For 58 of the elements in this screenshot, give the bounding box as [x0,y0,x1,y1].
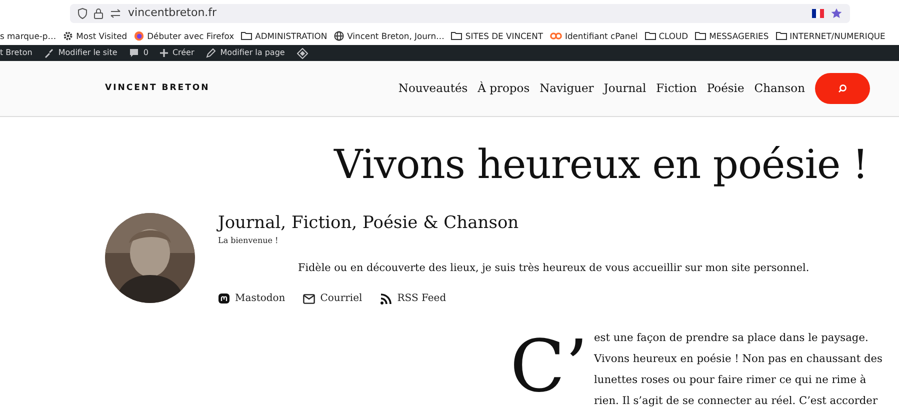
url-text: vincentbreton.fr [128,5,217,22]
social-link[interactable]: RSS Feed [380,291,446,306]
nav-link[interactable]: Poésie [706,80,744,98]
rss-icon [380,292,392,304]
bookmark[interactable]: ADMINISTRATION [241,30,328,42]
admin-bar-link[interactable]: Modifier la page [206,47,285,59]
lock-icon [94,8,103,19]
intro-text: Fidèle ou en découverte des lieux, je suis très heureux de vous accueillir sur mon site personnel. [297,261,810,276]
bookmark[interactable]: Most Visited [63,30,128,42]
nav-link[interactable]: Naviguer [540,80,594,98]
pencil-icon [206,48,216,58]
firefox-icon [134,30,144,41]
admin-bar-link[interactable]: Créer [160,47,194,59]
folder-icon [241,31,252,40]
shield-icon [78,8,87,19]
folder-icon [695,31,706,40]
cpanel-icon [550,32,562,40]
bookmark[interactable]: SITES DE VINCENT [451,30,543,42]
admin-bar-link[interactable]: Modifier le site [44,47,118,59]
folder-icon [451,31,462,40]
bookmark[interactable]: INTERNET/NUMERIQUE [776,30,886,42]
globe-icon [334,30,344,41]
flag-icon [812,9,824,18]
nav-link[interactable]: À propos [478,80,530,98]
admin-bar-link[interactable]: t Breton [0,47,32,59]
bookmark[interactable]: Vincent Breton, Journ… [334,30,444,42]
drop-cap: C’ [510,330,588,402]
plus-icon [160,49,168,57]
search-icon [838,84,847,93]
nav-link[interactable]: Fiction [656,80,697,98]
admin-bar-link[interactable]: 0 [129,47,148,59]
social-link[interactable]: Courriel [303,291,362,306]
bookmark[interactable]: s marque-p… [0,30,56,42]
nav-link[interactable]: Journal [604,80,646,98]
brush-icon [44,48,54,58]
mastodon-icon [218,292,230,304]
folder-icon [644,31,656,40]
site-title[interactable]: VINCENT BRETON [105,82,210,95]
diamond-icon [296,48,308,58]
folder-icon [776,31,787,40]
bookmark[interactable]: Débuter avec Firefox [134,30,234,42]
page-title: Vivons heureux en poésie ! [332,141,869,189]
search-button[interactable] [815,73,870,104]
star-icon[interactable] [831,8,842,19]
nav-link[interactable]: Chanson [754,80,805,98]
mail-icon [303,294,316,304]
gear-icon [63,30,74,41]
bookmark[interactable]: MESSAGERIES [695,30,769,42]
bookmark[interactable]: CLOUD [644,30,688,42]
address-bar[interactable]: vincentbreton.fr [70,4,850,23]
tagline: La bienvenue ! [218,235,280,248]
bookmark[interactable]: Identifiant cPanel [550,30,638,42]
article-text: est une façon de prendre sa place dans le paysage. Vivons heureux en poésie ! Non pas en chaussant des lunettes roses ou pour faire rimer ce qui ne rime à rien. Il s’agit de se connecter au réel. C’est accorder [594,331,884,409]
comment-icon [129,48,140,58]
swap-icon [110,9,121,18]
nav-link[interactable]: Nouveautés [398,80,468,98]
profile-heading: Journal, Fiction, Poésie & Chanson [218,213,520,234]
social-link[interactable]: Mastodon [218,291,286,306]
